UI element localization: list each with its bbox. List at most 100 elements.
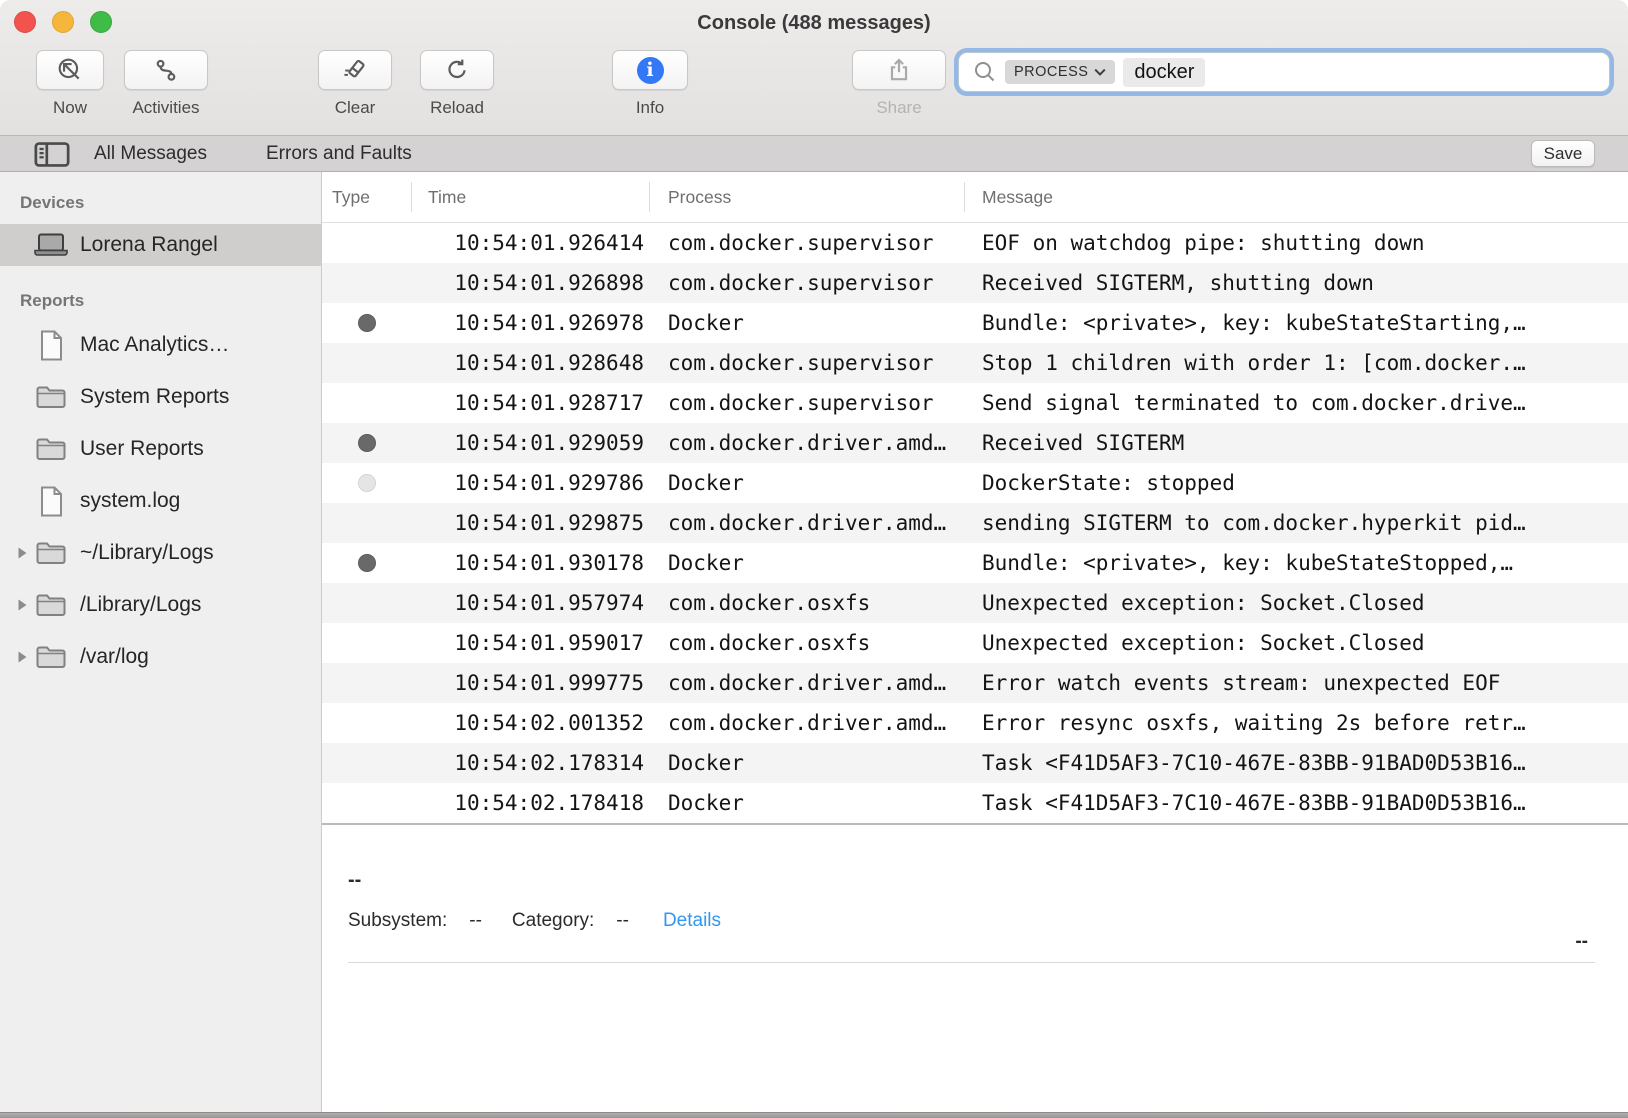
clear-button[interactable] [318,50,392,90]
log-type-cell [322,623,412,663]
disclosure-triangle-icon[interactable] [12,650,32,664]
log-row[interactable]: 10:54:01.928648com.docker.supervisorStop… [322,343,1628,383]
clear-toolbar-item: Clear [318,50,392,118]
sidebar-toggle-icon [34,142,70,167]
clear-label: Clear [335,98,376,118]
log-type-cell [322,223,412,263]
log-row[interactable]: 10:54:02.001352com.docker.driver.amd…Err… [322,703,1628,743]
reload-icon [444,57,470,83]
log-type-cell [322,423,412,463]
share-icon [886,57,912,83]
log-time: 10:54:01.957974 [412,583,650,623]
log-type-cell [322,543,412,583]
log-message: Error watch events stream: unexpected EO… [965,663,1628,703]
info-button[interactable]: i [612,50,688,90]
log-row[interactable]: 10:54:01.926898com.docker.supervisorRece… [322,263,1628,303]
log-type-cell [322,583,412,623]
log-view: Type Time Process Message 10:54:01.92641… [322,172,1628,1112]
log-row[interactable]: 10:54:01.959017com.docker.osxfsUnexpecte… [322,623,1628,663]
log-process: com.docker.osxfs [650,623,965,663]
log-message: EOF on watchdog pipe: shutting down [965,223,1628,263]
column-header-message[interactable]: Message [965,172,1628,222]
save-button[interactable]: Save [1531,140,1595,167]
log-type-cell [322,303,412,343]
log-message: Unexpected exception: Socket.Closed [965,623,1628,663]
log-row[interactable]: 10:54:02.178418DockerTask <F41D5AF3-7C10… [322,783,1628,823]
share-toolbar-item: Share [852,50,946,118]
reload-button[interactable] [420,50,494,90]
sidebar-item-label: Lorena Rangel [80,233,218,257]
sidebar-item-label: Mac Analytics… [80,333,229,357]
log-row[interactable]: 10:54:02.178314DockerTask <F41D5AF3-7C10… [322,743,1628,783]
jump-to-now-icon [57,57,83,83]
sidebar-item-label: system.log [80,489,180,513]
tab-errors-and-faults[interactable]: Errors and Faults [266,136,412,171]
chevron-down-icon [1094,68,1106,76]
column-header-type[interactable]: Type [322,172,412,222]
details-link[interactable]: Details [663,910,721,932]
window-bottom-edge[interactable] [0,1112,1628,1118]
search-filter-token[interactable]: PROCESS [1005,60,1115,84]
disclosure-triangle-icon[interactable] [12,546,32,560]
search-filter-label: PROCESS [1014,64,1088,80]
disclosure-triangle-icon[interactable] [12,598,32,612]
log-time: 10:54:01.928717 [412,383,650,423]
now-button[interactable] [36,50,104,90]
log-process: Docker [650,783,965,823]
sidebar-section-reports: Reports [0,288,321,314]
log-row[interactable]: 10:54:01.930178DockerBundle: <private>, … [322,543,1628,583]
share-button[interactable] [852,50,946,90]
sidebar-item-system-log[interactable]: system.log [0,480,321,522]
sidebar-item-mac-analytics[interactable]: Mac Analytics… [0,324,321,366]
column-header-time[interactable]: Time [412,172,650,222]
sidebar-toggle-button[interactable] [34,142,74,166]
log-type-cell [322,663,412,703]
log-row[interactable]: 10:54:01.929786DockerDockerState: stoppe… [322,463,1628,503]
sidebar-item-system-reports[interactable]: System Reports [0,376,321,418]
sidebar-item-var-log[interactable]: /var/log [0,636,321,678]
log-message: Bundle: <private>, key: kubeStateStartin… [965,303,1628,343]
content-area: Devices Lorena Rangel Reports [0,172,1628,1112]
search-query-token[interactable]: docker [1123,58,1205,87]
column-header-process[interactable]: Process [650,172,965,222]
sidebar-item-user-library-logs[interactable]: ~/Library/Logs [0,532,321,574]
log-type-cell [322,463,412,503]
activities-button[interactable] [124,50,208,90]
log-message: Task <F41D5AF3-7C10-467E-83BB-91BAD0D53B… [965,783,1628,823]
log-row[interactable]: 10:54:01.926978DockerBundle: <private>, … [322,303,1628,343]
laptop-icon [32,232,70,258]
sidebar-item-user-reports[interactable]: User Reports [0,428,321,470]
reload-toolbar-item: Reload [420,50,494,118]
sidebar-item-lorena-rangel[interactable]: Lorena Rangel [0,224,321,266]
activity-dot-light [358,474,376,492]
log-row[interactable]: 10:54:01.999775com.docker.driver.amd…Err… [322,663,1628,703]
log-message: Send signal terminated to com.docker.dri… [965,383,1628,423]
log-row[interactable]: 10:54:01.929059com.docker.driver.amd…Rec… [322,423,1628,463]
log-process: Docker [650,463,965,503]
log-row[interactable]: 10:54:01.928717com.docker.supervisorSend… [322,383,1628,423]
sidebar-item-label: User Reports [80,437,204,461]
search-field[interactable]: PROCESS docker [958,52,1610,92]
log-process: com.docker.driver.amd… [650,503,965,543]
now-label: Now [53,98,87,118]
log-message: Error resync osxfs, waiting 2s before re… [965,703,1628,743]
log-row[interactable]: 10:54:01.957974com.docker.osxfsUnexpecte… [322,583,1628,623]
search-icon [973,60,997,84]
log-type-cell [322,703,412,743]
subsystem-value: -- [469,910,482,932]
activity-dot-dark [358,554,376,572]
info-label: Info [636,98,664,118]
log-time: 10:54:01.930178 [412,543,650,583]
tab-all-messages[interactable]: All Messages [94,136,207,171]
log-message: Stop 1 children with order 1: [com.docke… [965,343,1628,383]
info-icon: i [637,57,664,84]
log-row[interactable]: 10:54:01.929875com.docker.driver.amd…sen… [322,503,1628,543]
sidebar-section-devices: Devices [0,190,321,216]
clear-eraser-icon [342,57,368,83]
detail-pane: -- Subsystem: -- Category: -- Details -- [322,825,1628,1112]
log-time: 10:54:02.001352 [412,703,650,743]
log-type-cell [322,743,412,783]
log-row[interactable]: 10:54:01.926414com.docker.supervisorEOF … [322,223,1628,263]
filter-bar: All Messages Errors and Faults Save [0,136,1628,172]
sidebar-item-library-logs[interactable]: /Library/Logs [0,584,321,626]
